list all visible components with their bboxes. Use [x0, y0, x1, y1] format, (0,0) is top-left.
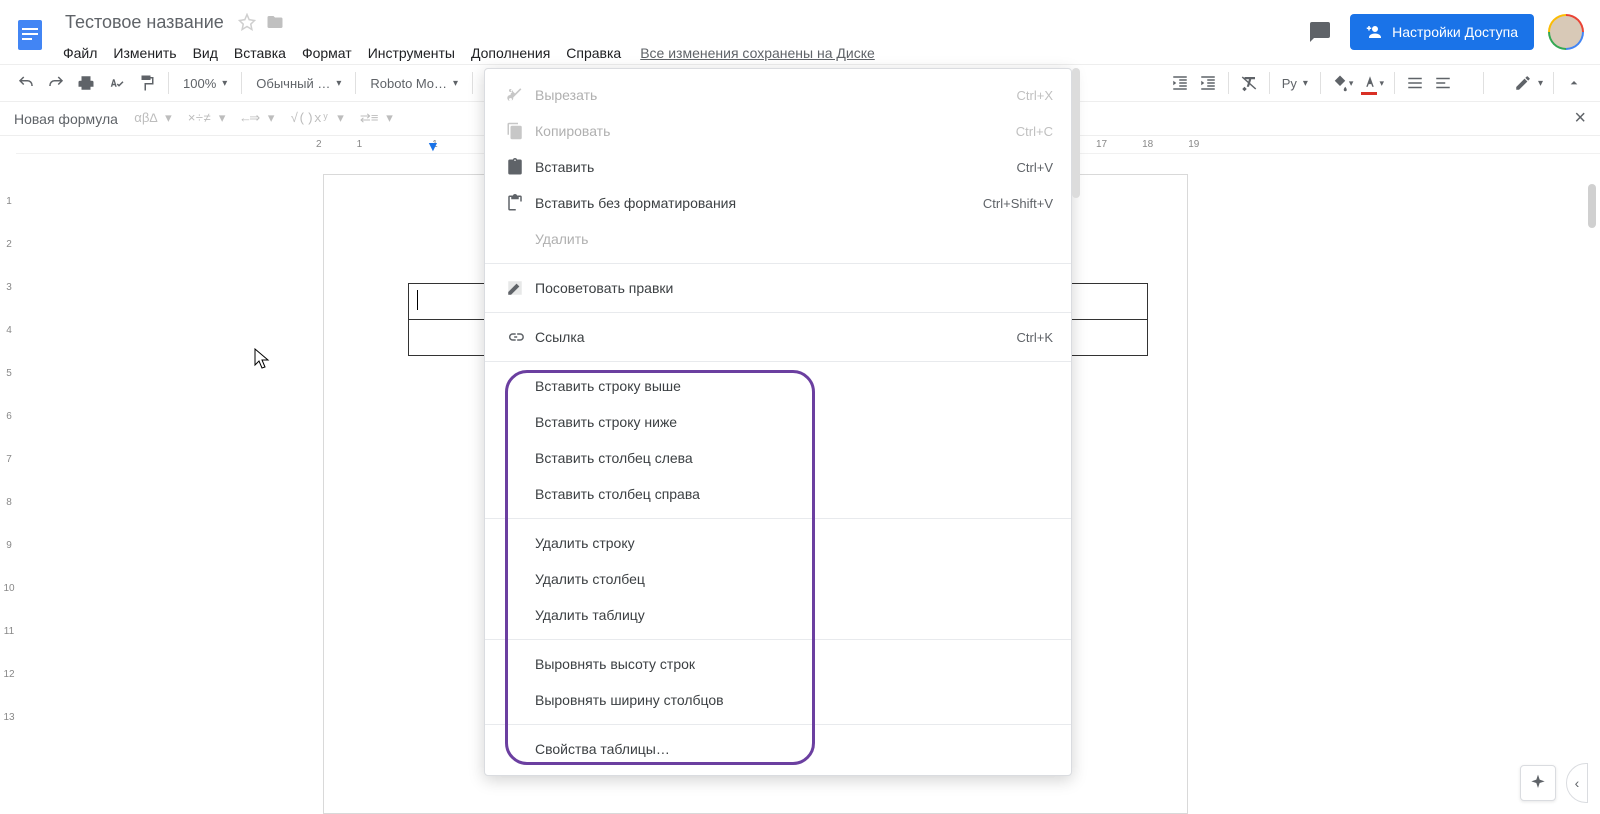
- menu-edit[interactable]: Изменить: [106, 41, 183, 65]
- collapse-toolbar-icon[interactable]: [1560, 69, 1588, 97]
- ruler-tick: 18: [1142, 139, 1153, 150]
- ctx-delete[interactable]: Удалить: [485, 221, 1071, 257]
- ruler-tick: 19: [1188, 139, 1199, 150]
- input-tools-select[interactable]: Ру: [1276, 69, 1314, 97]
- context-menu-scrollbar[interactable]: [1072, 68, 1080, 198]
- ruler-tick: 1: [357, 139, 363, 150]
- ruler-tick: 4: [0, 325, 18, 336]
- formula-arrows-icon[interactable]: ⇄≡ ▾: [360, 111, 393, 126]
- editing-mode-icon[interactable]: [1510, 69, 1547, 97]
- indent-decrease-icon[interactable]: [1166, 69, 1194, 97]
- suggest-edits-icon: [503, 279, 527, 297]
- ruler-tick: 13: [0, 712, 18, 723]
- paragraph-style-select[interactable]: Обычный …: [250, 69, 347, 97]
- ruler-tick: 6: [0, 411, 18, 422]
- ctx-link[interactable]: Ссылка Ctrl+K: [485, 319, 1071, 355]
- menu-insert[interactable]: Вставка: [227, 41, 293, 65]
- ctx-delete-col[interactable]: Удалить столбец: [485, 561, 1071, 597]
- menu-format[interactable]: Формат: [295, 41, 359, 65]
- ruler-tick: 5: [0, 368, 18, 379]
- menu-help[interactable]: Справка: [559, 41, 628, 65]
- print-icon[interactable]: [72, 69, 100, 97]
- ctx-distribute-cols[interactable]: Выровнять ширину столбцов: [485, 682, 1071, 718]
- docs-logo[interactable]: [10, 10, 50, 58]
- redo-icon[interactable]: [42, 69, 70, 97]
- document-title[interactable]: Тестовое название: [58, 10, 231, 35]
- undo-icon[interactable]: [12, 69, 40, 97]
- mouse-cursor-icon: [254, 348, 272, 375]
- explore-icon[interactable]: [1520, 765, 1556, 801]
- spellcheck-icon[interactable]: [102, 69, 130, 97]
- menubar: Файл Изменить Вид Вставка Формат Инструм…: [56, 38, 1304, 68]
- align-icon[interactable]: [1401, 69, 1429, 97]
- ctx-table-properties[interactable]: Свойства таблицы…: [485, 731, 1071, 767]
- ctx-paste-noformat[interactable]: Вставить без форматирования Ctrl+Shift+V: [485, 185, 1071, 221]
- ruler-tick: 2: [316, 139, 322, 150]
- move-folder-icon[interactable]: [263, 10, 287, 34]
- share-button[interactable]: Настройки Доступа: [1350, 14, 1534, 50]
- ruler-tick: 9: [0, 540, 18, 551]
- link-icon: [503, 328, 527, 346]
- ctx-paste[interactable]: Вставить Ctrl+V: [485, 149, 1071, 185]
- ctx-copy[interactable]: Копировать Ctrl+C: [485, 113, 1071, 149]
- ruler-tick: 2: [0, 239, 18, 250]
- ctx-delete-table[interactable]: Удалить таблицу: [485, 597, 1071, 633]
- ruler-tick: 10: [0, 583, 18, 594]
- ctx-cut[interactable]: Вырезать Ctrl+X: [485, 77, 1071, 113]
- comments-icon[interactable]: [1304, 16, 1336, 48]
- formula-relations-icon[interactable]: ←⇒ ▾: [241, 111, 274, 126]
- formula-functions-icon[interactable]: √()xʸ ▾: [290, 111, 343, 126]
- ruler-vertical[interactable]: 12345678910111213: [0, 154, 18, 814]
- header-right: Настройки Доступа: [1304, 14, 1584, 50]
- ctx-insert-row-above[interactable]: Вставить строку выше: [485, 368, 1071, 404]
- line-spacing-icon[interactable]: [1429, 69, 1457, 97]
- menu-file[interactable]: Файл: [56, 41, 104, 65]
- header: Тестовое название Файл Изменить Вид Вста…: [0, 0, 1600, 64]
- ruler-tick: 11: [0, 626, 18, 637]
- ruler-tick: 8: [0, 497, 18, 508]
- text-cursor: [417, 290, 418, 310]
- clear-formatting-icon[interactable]: [1235, 69, 1263, 97]
- menu-addons[interactable]: Дополнения: [464, 41, 557, 65]
- ctx-distribute-rows[interactable]: Выровнять высоту строк: [485, 646, 1071, 682]
- ctx-delete-row[interactable]: Удалить строку: [485, 525, 1071, 561]
- fill-color-icon[interactable]: ▾: [1327, 69, 1358, 97]
- ctx-insert-col-right[interactable]: Вставить столбец справа: [485, 476, 1071, 512]
- menu-view[interactable]: Вид: [186, 41, 225, 65]
- text-color-icon[interactable]: ▾: [1357, 69, 1388, 97]
- star-icon[interactable]: [235, 10, 259, 34]
- cut-icon: [503, 86, 527, 104]
- title-area: Тестовое название Файл Изменить Вид Вста…: [58, 8, 1304, 68]
- close-icon[interactable]: ×: [1574, 107, 1586, 130]
- page-scrollbar[interactable]: [1588, 184, 1596, 228]
- ctx-insert-row-below[interactable]: Вставить строку ниже: [485, 404, 1071, 440]
- copy-icon: [503, 122, 527, 140]
- share-label: Настройки Доступа: [1392, 24, 1518, 40]
- ruler-tick: 12: [0, 669, 18, 680]
- indent-marker-icon[interactable]: ▼: [426, 138, 440, 154]
- save-status[interactable]: Все изменения сохранены на Диске: [640, 45, 875, 61]
- formula-operators-icon[interactable]: ×÷≠ ▾: [188, 111, 226, 126]
- ruler-tick: 1: [0, 196, 18, 207]
- ruler-tick: 3: [0, 282, 18, 293]
- paste-noformat-icon: [503, 194, 527, 212]
- font-select[interactable]: Roboto Mo…: [364, 69, 464, 97]
- formula-greek-icon[interactable]: αβΔ ▾: [134, 111, 172, 126]
- formula-bar-label: Новая формула: [14, 111, 118, 127]
- paint-format-icon[interactable]: [132, 69, 160, 97]
- context-menu: Вырезать Ctrl+X Копировать Ctrl+C Встави…: [484, 68, 1072, 776]
- ruler-tick: 7: [0, 454, 18, 465]
- side-panel-toggle-icon[interactable]: ‹: [1566, 763, 1588, 803]
- indent-increase-icon[interactable]: [1194, 69, 1222, 97]
- zoom-select[interactable]: 100%: [177, 69, 233, 97]
- menu-tools[interactable]: Инструменты: [361, 41, 462, 65]
- avatar[interactable]: [1548, 14, 1584, 50]
- paste-icon: [503, 158, 527, 176]
- ctx-insert-col-left[interactable]: Вставить столбец слева: [485, 440, 1071, 476]
- ruler-tick: 17: [1096, 139, 1107, 150]
- ctx-suggest[interactable]: Посоветовать правки: [485, 270, 1071, 306]
